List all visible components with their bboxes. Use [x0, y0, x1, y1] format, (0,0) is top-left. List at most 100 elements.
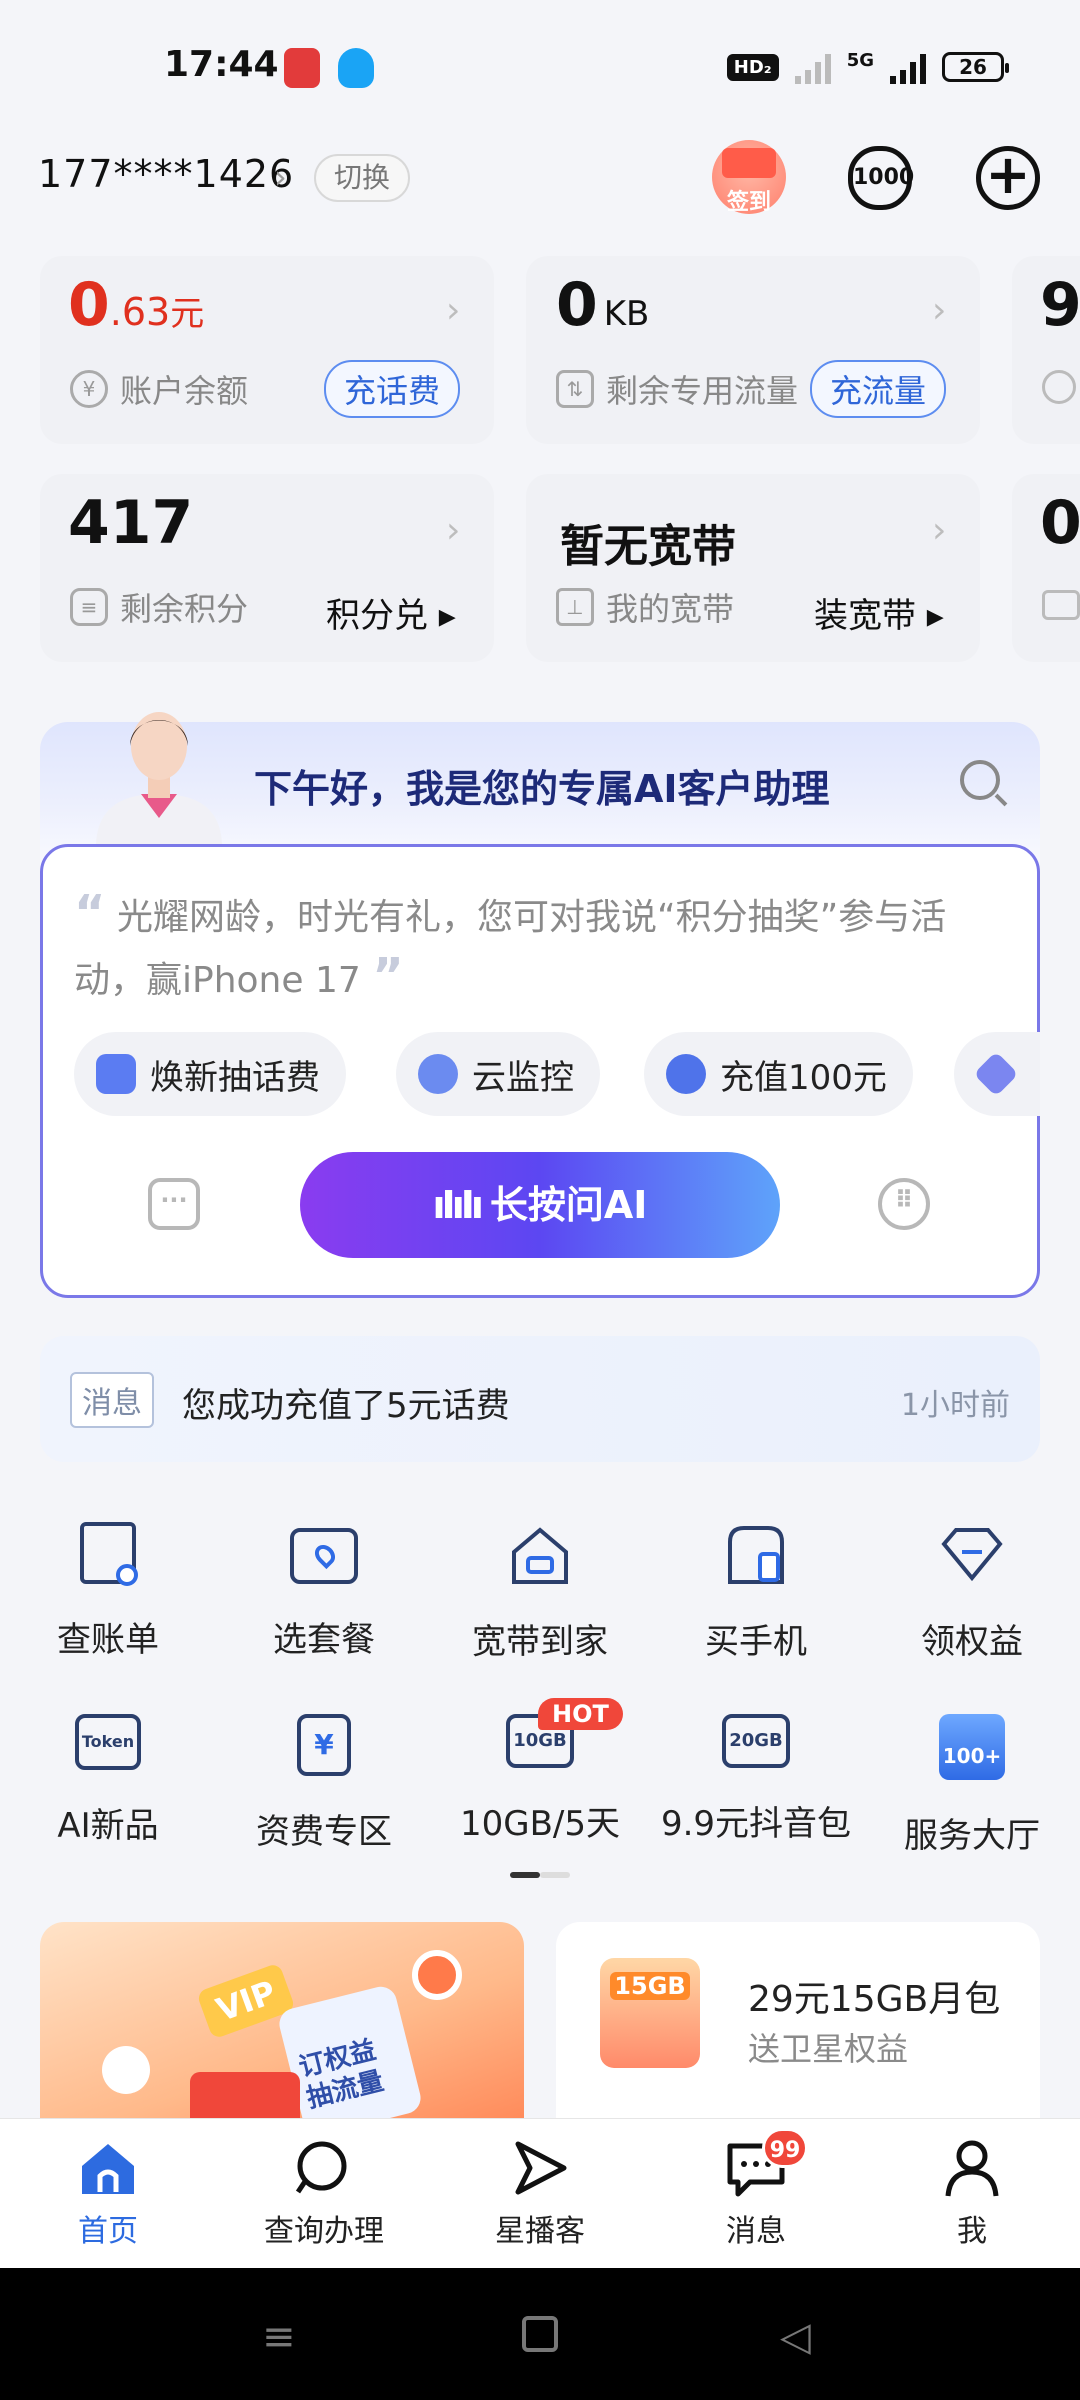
qq-icon: [338, 48, 374, 88]
ai-avatar: [96, 712, 222, 844]
customer-service-1000-icon[interactable]: 1000: [848, 146, 914, 210]
diamond-icon: [940, 1522, 1004, 1586]
gift-icon: [722, 148, 776, 178]
switch-account-button[interactable]: 切换: [314, 154, 411, 202]
message-time: 1小时前: [900, 1388, 1010, 1423]
token-icon: Token: [75, 1714, 141, 1770]
service-hall-icon: 100+: [939, 1714, 1005, 1780]
chevron-right-icon[interactable]: ›: [274, 158, 287, 196]
signal-sim1-icon: [794, 50, 831, 84]
promo-card-title: 29元15GB月包: [748, 1979, 1001, 2020]
ask-ai-button[interactable]: ıIıIı 长按问AI: [300, 1152, 780, 1258]
grid-item-ai-new[interactable]: Token AI新品: [0, 1714, 216, 1847]
play-icon: [510, 2138, 570, 2198]
chevron-right-icon: ›: [446, 290, 461, 331]
grid-item-buy-phone[interactable]: 买手机: [648, 1522, 864, 1663]
app-notification-icon: [284, 48, 320, 88]
user-icon: [942, 2138, 1002, 2198]
grid-item-benefits[interactable]: 领权益: [864, 1522, 1080, 1663]
chevron-right-icon: ›: [932, 290, 947, 331]
chip-more[interactable]: [954, 1032, 1040, 1116]
play-icon: [102, 2046, 150, 2094]
wallet-icon: [1042, 590, 1080, 620]
chat-icon[interactable]: ···: [148, 1178, 200, 1230]
quote-open-icon: “: [74, 885, 106, 941]
hd-voice-icon: HD₂: [726, 53, 779, 81]
phone-number[interactable]: 177****1426: [38, 152, 294, 196]
page-indicator: [510, 1872, 570, 1878]
install-broadband-link[interactable]: 装宽带 ▸: [814, 588, 944, 637]
points-redeem-link[interactable]: 积分兑 ▸: [326, 588, 456, 637]
battery-icon: 26: [942, 52, 1009, 82]
grid-item-bill[interactable]: 查账单: [0, 1522, 216, 1661]
grid-item-plan[interactable]: 选套餐: [216, 1522, 432, 1661]
balance-value: 0.63元: [68, 270, 205, 340]
home-broadband-icon: [508, 1522, 572, 1586]
tab-messages[interactable]: 消息: [666, 2138, 846, 2250]
phone-store-icon: [724, 1522, 788, 1586]
home-button-icon[interactable]: [522, 2316, 558, 2352]
broadband-label: ⊥ 我的宽带: [556, 584, 734, 630]
sign-in-button[interactable]: 签到: [712, 140, 786, 215]
menu-icon[interactable]: ≡: [262, 2314, 296, 2360]
balance-label: ¥ 账户余额: [70, 366, 248, 412]
ai-greeting-title: 下午好，我是您的专属AI客户助理: [254, 767, 830, 811]
back-icon[interactable]: ◁: [780, 2314, 811, 2360]
tab-query[interactable]: 查询办理: [234, 2138, 414, 2250]
tariff-icon: ¥: [297, 1714, 351, 1776]
quote-close-icon: ”: [372, 948, 404, 1004]
phone-call-icon: [1042, 370, 1076, 404]
data-icon: ⇅: [556, 370, 594, 408]
keyboard-icon[interactable]: ⠿: [878, 1178, 930, 1230]
ai-suggestion-text[interactable]: “ 光耀网龄，时光有礼，您可对我说“积分抽奖”参与活动，赢iPhone 17 ”: [74, 884, 1004, 1010]
camera-icon: [418, 1054, 458, 1094]
status-time: 17:44: [164, 44, 279, 85]
diamond-icon: [973, 1051, 1019, 1097]
message-badge: 99: [762, 2128, 808, 2168]
gift-box-icon: [190, 2072, 300, 2122]
promo-card-subtitle: 送卫星权益: [748, 2030, 909, 2068]
search-icon: [294, 2138, 354, 2198]
grid-item-service-hall[interactable]: 100+ 服务大厅: [864, 1714, 1080, 1857]
bill-search-icon: [80, 1522, 138, 1586]
add-icon[interactable]: +: [976, 146, 1040, 210]
chip-cloud-monitor[interactable]: 云监控: [396, 1032, 600, 1116]
grid-item-douyin[interactable]: 20GB 9.9元抖音包: [648, 1714, 864, 1845]
folder-plan-icon: [290, 1528, 358, 1584]
chip-new-lottery[interactable]: 焕新抽话费: [74, 1032, 346, 1116]
partial-card-bottom-value: 0.: [1040, 488, 1080, 558]
20gb-icon: 20GB: [722, 1714, 790, 1768]
message-tag: 消息: [70, 1372, 154, 1428]
points-label: ≡ 剩余积分: [70, 584, 248, 630]
router-icon: ⊥: [556, 588, 594, 626]
yuan-icon: ¥: [70, 370, 108, 408]
chip-recharge-100[interactable]: 充值100元: [644, 1032, 913, 1116]
points-value: 417: [68, 488, 194, 558]
tab-podcast[interactable]: 星播客: [450, 2138, 630, 2250]
network-type: 5G: [846, 50, 874, 71]
partial-card-top-value: 9: [1040, 270, 1080, 340]
home-icon: [78, 2138, 138, 2198]
15gb-package-icon: 15GB: [600, 1958, 700, 2068]
data-value: 0 KB: [556, 270, 650, 340]
voice-wave-icon: ıIıIı: [432, 1183, 484, 1227]
chevron-right-icon: ›: [446, 510, 461, 551]
yuan-icon: [666, 1054, 706, 1094]
tab-me[interactable]: 我: [882, 2138, 1062, 2250]
grid-item-tariff[interactable]: ¥ 资费专区: [216, 1714, 432, 1853]
status-icons: HD₂ 5G 26: [726, 50, 1009, 84]
data-label: ⇅ 剩余专用流量: [556, 366, 798, 412]
recharge-call-button[interactable]: 充话费: [324, 360, 461, 418]
tab-home[interactable]: 首页: [18, 2138, 198, 2250]
music-icon: [412, 1950, 462, 2000]
search-icon[interactable]: [960, 760, 1000, 800]
recharge-data-button[interactable]: 充流量: [810, 360, 947, 418]
grid-item-10gb[interactable]: 10GB 10GB/5天: [432, 1714, 648, 1845]
broadband-value: 暂无宽带: [560, 521, 736, 572]
coins-icon: ≡: [70, 588, 108, 626]
hot-badge: HOT: [538, 1698, 623, 1730]
signal-sim2-icon: [890, 50, 926, 84]
promo-banner-benefits[interactable]: VIP 订权益 抽流量: [40, 1922, 524, 2122]
grid-item-broadband[interactable]: 宽带到家: [432, 1522, 648, 1663]
chevron-right-icon: ›: [932, 510, 947, 551]
